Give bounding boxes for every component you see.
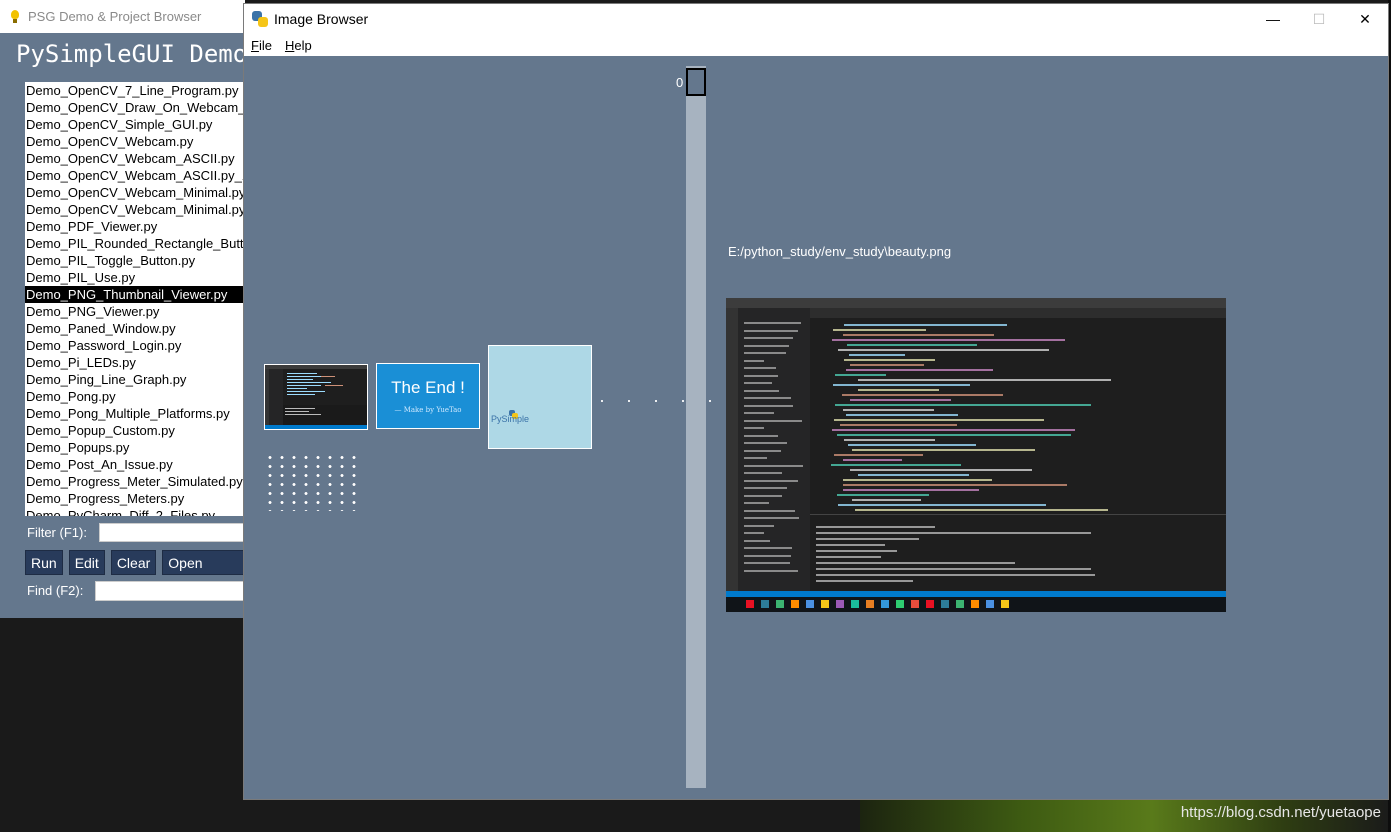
file-list-item[interactable]: Demo_Ping_Line_Graph.py — [25, 371, 245, 388]
file-list-item[interactable]: Demo_OpenCV_Draw_On_Webcam_Image.py — [25, 99, 245, 116]
file-list-item[interactable]: Demo_Progress_Meters.py — [25, 490, 245, 507]
edit-button[interactable]: Edit — [68, 550, 105, 575]
file-list-item[interactable]: Demo_Popups.py — [25, 439, 245, 456]
file-list-item[interactable]: Demo_OpenCV_Webcam_Minimal.py — [25, 184, 245, 201]
the-end-text: The End ! — [391, 378, 465, 397]
run-button[interactable]: Run — [25, 550, 63, 575]
filter-input[interactable] — [99, 523, 245, 542]
window-controls: — ☐ ✕ — [1250, 4, 1388, 34]
menu-bar: File Help — [244, 34, 1388, 56]
demo-browser-title: PSG Demo & Project Browser — [28, 9, 202, 24]
file-list-item[interactable]: Demo_Pong.py — [25, 388, 245, 405]
pysimplegui-logo-text: PySimple — [491, 414, 530, 424]
demo-browser-titlebar[interactable]: PSG Demo & Project Browser — [0, 0, 245, 33]
file-list-item[interactable]: Demo_PNG_Viewer.py — [25, 303, 245, 320]
file-list-item[interactable]: Demo_OpenCV_Webcam_Minimal.py — [25, 201, 245, 218]
thumbnail-code-screenshot[interactable] — [264, 364, 368, 430]
filter-label: Filter (F1): — [27, 525, 87, 540]
demo-browser-window: PSG Demo & Project Browser PySimpleGUI D… — [0, 0, 245, 618]
dot-grid-decoration — [264, 453, 360, 511]
file-list-item[interactable]: Demo_Paned_Window.py — [25, 320, 245, 337]
python-logo-icon — [252, 11, 268, 27]
action-button-row: RunEditClearOpen Folder — [25, 550, 245, 596]
file-list-item[interactable]: Demo_OpenCV_Webcam.py — [25, 133, 245, 150]
file-list-item[interactable]: Demo_OpenCV_Webcam_ASCII.py — [25, 150, 245, 167]
image-slider-value: 0 — [676, 75, 684, 90]
file-list-item[interactable]: Demo_Popup_Custom.py — [25, 422, 245, 439]
close-button[interactable]: ✕ — [1342, 4, 1388, 34]
file-list-item[interactable]: Demo_PNG_Thumbnail_Viewer.py — [25, 286, 245, 303]
file-list-item[interactable]: Demo_Progress_Meter_Simulated.py — [25, 473, 245, 490]
maximize-button[interactable]: ☐ — [1296, 4, 1342, 34]
open-folder-button[interactable]: Open Folder — [162, 550, 245, 596]
menu-file[interactable]: File — [251, 38, 272, 53]
image-browser-content: The End ! — Make by YueTao PySimple · · … — [244, 56, 1388, 799]
file-list-item[interactable]: Demo_PIL_Rounded_Rectangle_Button.py — [25, 235, 245, 252]
file-list[interactable]: Demo_OpenCV_7_Line_Program.py Demo_OpenCV… — [25, 82, 245, 516]
image-slider-handle[interactable] — [686, 68, 706, 96]
image-browser-window: Image Browser — ☐ ✕ File Help The End ! … — [243, 3, 1389, 800]
file-list-item[interactable]: Demo_Post_An_Issue.py — [25, 456, 245, 473]
lightbulb-icon — [10, 9, 20, 24]
file-list-item[interactable]: Demo_Pi_LEDs.py — [25, 354, 245, 371]
image-browser-titlebar[interactable]: Image Browser — ☐ ✕ — [244, 4, 1388, 34]
find-input[interactable] — [95, 581, 245, 601]
file-list-item[interactable]: Demo_PyCharm_Diff_2_Files.py — [25, 507, 245, 516]
find-label: Find (F2): — [27, 583, 84, 598]
clear-button[interactable]: Clear — [110, 550, 157, 575]
file-list-item[interactable]: Demo_PDF_Viewer.py — [25, 218, 245, 235]
menu-help[interactable]: Help — [285, 38, 312, 53]
image-slider-track[interactable] — [686, 66, 706, 788]
image-path-label: E:/python_study/env_study\beauty.png — [728, 244, 952, 259]
thumbnail-the-end[interactable]: The End ! — Make by YueTao — [376, 363, 480, 429]
file-list-item[interactable]: Demo_OpenCV_7_Line_Program.py — [25, 82, 245, 99]
the-end-subtext: — Make by YueTao — [394, 406, 462, 414]
file-list-item[interactable]: Demo_Password_Login.py — [25, 337, 245, 354]
image-browser-title: Image Browser — [274, 11, 369, 27]
thumbnail-pysimplegui-logo[interactable]: PySimple — [488, 345, 592, 449]
watermark-url: https://blog.csdn.net/yuetaope — [1180, 804, 1381, 821]
file-list-item[interactable]: Demo_PIL_Toggle_Button.py — [25, 252, 245, 269]
file-list-item[interactable]: Demo_OpenCV_Webcam_ASCII.py_1 — [25, 167, 245, 184]
file-list-item[interactable]: Demo_OpenCV_Simple_GUI.py — [25, 116, 245, 133]
image-preview — [726, 298, 1226, 612]
demo-browser-heading: PySimpleGUI Demo — [16, 40, 245, 68]
file-list-item[interactable]: Demo_PIL_Use.py — [25, 269, 245, 286]
code-screenshot-thumbnail-image — [265, 365, 367, 429]
minimize-button[interactable]: — — [1250, 4, 1296, 34]
file-list-item[interactable]: Demo_Pong_Multiple_Platforms.py — [25, 405, 245, 422]
